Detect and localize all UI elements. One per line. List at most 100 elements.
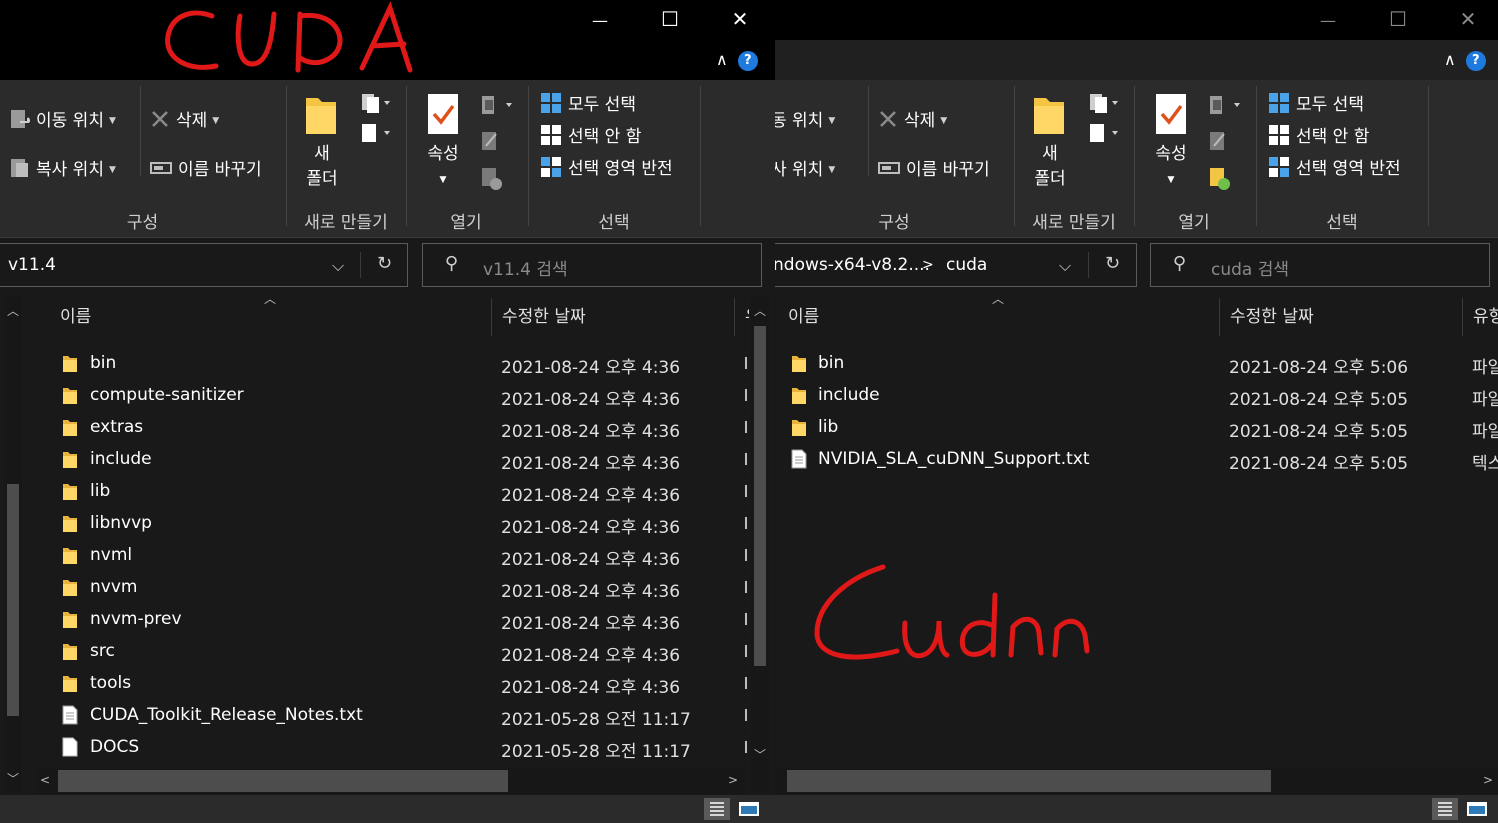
file-row[interactable]: CUDA_Toolkit_Release_Notes.txt 2021-05-28… [22, 701, 747, 731]
file-date: 2021-08-24 오후 5:05 [1229, 454, 1409, 474]
delete-button[interactable]: 삭제 ▼ [150, 106, 219, 134]
select-none-button[interactable]: 선택 안 함 [540, 122, 641, 151]
file-row[interactable]: lib 2021-08-24 오후 5:05 파일 [775, 413, 1498, 443]
column-header-name[interactable]: 이름 [60, 300, 91, 334]
horizontal-scrollbar[interactable]: > [775, 768, 1498, 794]
easy-access-button[interactable] [360, 122, 394, 150]
new-folder-label-1: 새 [1042, 144, 1058, 164]
help-icon[interactable]: ? [1465, 50, 1486, 71]
scroll-left-icon[interactable]: < [40, 773, 50, 787]
file-row[interactable]: src 2021-08-24 오후 4:36 [22, 637, 747, 667]
refresh-icon[interactable]: ↻ [377, 253, 392, 274]
column-header-date[interactable]: 수정한 날짜 [502, 300, 586, 334]
select-none-button[interactable]: 선택 안 함 [1268, 122, 1369, 151]
new-item-button[interactable] [360, 92, 394, 118]
minimize-button[interactable]: — [1293, 0, 1363, 40]
maximize-button[interactable]: ☐ [1363, 0, 1433, 40]
vertical-scrollbar[interactable]: ︿ ﹀ [751, 296, 769, 792]
rename-button[interactable]: 이름 바꾸기 [150, 155, 262, 180]
rename-button[interactable]: 이름 바꾸기 [878, 155, 990, 180]
edit-button[interactable] [480, 130, 502, 158]
copy-to-button[interactable]: 복사 위치 ▼ [10, 155, 116, 184]
address-current[interactable]: v11.4 [8, 255, 56, 275]
large-icons-view-button[interactable] [736, 798, 762, 820]
file-row[interactable]: tools 2021-08-24 오후 4:36 [22, 669, 747, 699]
move-to-button[interactable]: 이동 위치 ▼ [10, 106, 116, 135]
details-view-button[interactable] [704, 798, 730, 820]
refresh-icon[interactable]: ↻ [1105, 253, 1120, 274]
nav-pane-scrollbar[interactable]: ︿ ﹀ [4, 296, 22, 792]
file-row[interactable]: lib 2021-08-24 오후 4:36 [22, 477, 747, 507]
title-bar[interactable]: — ☐ ✕ [775, 0, 1498, 40]
delete-button[interactable]: 삭제 ▼ [878, 106, 947, 134]
collapse-ribbon-icon[interactable]: ∧ [716, 50, 728, 69]
file-row[interactable]: nvvm 2021-08-24 오후 4:36 [22, 573, 747, 603]
address-dropdown-icon[interactable]: ⌵ [1059, 256, 1071, 276]
select-all-button[interactable]: 모두 선택 [540, 90, 636, 119]
history-button[interactable] [1208, 166, 1232, 196]
file-date: 2021-05-28 오전 11:17 [501, 742, 691, 762]
edit-button[interactable] [1208, 130, 1230, 158]
address-bar[interactable]: ndows-x64-v8.2.... > cuda ⌵ ↻ [775, 243, 1137, 287]
address-bar[interactable]: v11.4 ⌵ ↻ [0, 243, 408, 287]
close-button[interactable]: ✕ [1433, 0, 1498, 40]
address-parent[interactable]: ndows-x64-v8.2.... [775, 255, 930, 275]
properties-button[interactable]: 속성 ▼ [416, 88, 470, 198]
scroll-down-icon[interactable]: ﹀ [754, 746, 766, 763]
new-item-button[interactable] [1088, 92, 1122, 118]
file-row[interactable]: bin 2021-08-24 오후 5:06 파일 [775, 349, 1498, 379]
horizontal-scrollbar[interactable]: < > [36, 768, 746, 794]
file-name: lib [90, 481, 111, 501]
invert-selection-button[interactable]: 선택 영역 반전 [1268, 154, 1401, 183]
file-name: tools [90, 673, 132, 693]
breadcrumb-chevron-icon[interactable]: > [922, 257, 934, 273]
move-to-button[interactable]: 동 위치 ▼ [775, 106, 835, 131]
file-row[interactable]: bin 2021-08-24 오후 4:36 [22, 349, 747, 379]
column-header-type[interactable]: 유형 [1473, 300, 1498, 334]
copy-to-button[interactable]: 사 위치 ▼ [775, 155, 835, 180]
file-row[interactable]: include 2021-08-24 오후 4:36 [22, 445, 747, 475]
help-icon[interactable]: ? [737, 50, 758, 71]
scrollbar-thumb[interactable] [58, 770, 508, 792]
new-folder-button[interactable]: 새 폴더 [1020, 88, 1080, 198]
scrollbar-thumb[interactable] [754, 326, 766, 666]
file-row[interactable]: NVIDIA_SLA_cuDNN_Support.txt 2021-08-24 오… [775, 445, 1498, 475]
title-bar[interactable]: — ☐ ✕ [0, 0, 775, 40]
scroll-up-icon[interactable]: ︿ [754, 302, 766, 319]
scroll-right-icon[interactable]: > [728, 773, 738, 787]
address-dropdown-icon[interactable]: ⌵ [332, 256, 344, 276]
address-current[interactable]: cuda [946, 255, 987, 275]
open-button[interactable] [480, 94, 516, 122]
file-row[interactable]: compute-sanitizer 2021-08-24 오후 4:36 [22, 381, 747, 411]
search-box[interactable]: ⚲ v11.4 검색 [422, 243, 762, 287]
maximize-button[interactable]: ☐ [635, 0, 705, 40]
close-button[interactable]: ✕ [705, 0, 775, 40]
column-header-date[interactable]: 수정한 날짜 [1230, 300, 1314, 334]
search-box[interactable]: ⚲ cuda 검색 [1150, 243, 1490, 287]
new-folder-button[interactable]: 새 폴더 [292, 88, 352, 198]
column-header-name[interactable]: 이름 [788, 300, 819, 334]
properties-button[interactable]: 속성 ▼ [1144, 88, 1198, 198]
file-row[interactable]: include 2021-08-24 오후 5:05 파일 [775, 381, 1498, 411]
open-button[interactable] [1208, 94, 1244, 122]
minimize-button[interactable]: — [565, 0, 635, 40]
file-row[interactable]: libnvvp 2021-08-24 오후 4:36 [22, 509, 747, 539]
collapse-ribbon-icon[interactable]: ∧ [1444, 50, 1456, 69]
scrollbar-thumb[interactable] [7, 484, 19, 716]
file-row[interactable]: extras 2021-08-24 오후 4:36 [22, 413, 747, 443]
invert-selection-button[interactable]: 선택 영역 반전 [540, 154, 673, 183]
scroll-up-icon[interactable]: ︿ [7, 302, 19, 319]
scroll-down-icon[interactable]: ﹀ [7, 770, 19, 787]
file-name: bin [818, 353, 845, 373]
large-icons-view-button[interactable] [1464, 798, 1490, 820]
file-row[interactable]: nvml 2021-08-24 오후 4:36 [22, 541, 747, 571]
select-all-button[interactable]: 모두 선택 [1268, 90, 1364, 119]
easy-access-button[interactable] [1088, 122, 1122, 150]
file-row[interactable]: DOCS 2021-05-28 오전 11:17 [22, 733, 747, 763]
details-view-button[interactable] [1432, 798, 1458, 820]
file-row[interactable]: nvvm-prev 2021-08-24 오후 4:36 [22, 605, 747, 635]
scrollbar-thumb[interactable] [787, 770, 1271, 792]
column-header-type[interactable]: 유 [745, 300, 749, 334]
scroll-right-icon[interactable]: > [1483, 773, 1493, 787]
history-button[interactable] [480, 166, 504, 196]
